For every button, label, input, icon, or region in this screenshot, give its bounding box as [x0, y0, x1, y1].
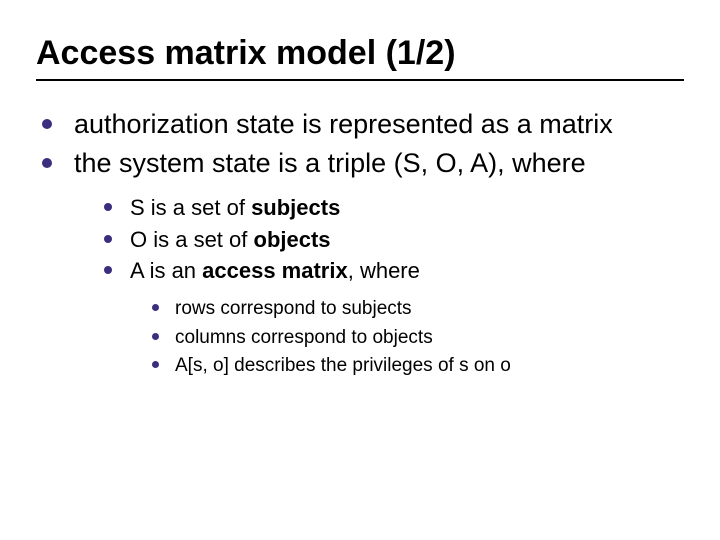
title-underline	[36, 79, 684, 81]
list-item-text: columns correspond to objects	[175, 325, 433, 351]
list-item: authorization state is represented as a …	[36, 107, 684, 142]
list-item: A is an access matrix, where	[102, 257, 684, 286]
list-item: O is a set of objects	[102, 226, 684, 255]
bullet-icon	[42, 119, 52, 129]
bullet-icon	[152, 333, 159, 340]
list-item: the system state is a triple (S, O, A), …	[36, 146, 684, 181]
bullet-icon	[152, 304, 159, 311]
slide-title: Access matrix model (1/2)	[36, 34, 684, 73]
bullet-icon	[104, 203, 112, 211]
list-item: S is a set of subjects	[102, 194, 684, 223]
list-item-text: S is a set of subjects	[130, 194, 340, 223]
list-item: columns correspond to objects	[150, 325, 684, 351]
list-item-text: authorization state is represented as a …	[74, 107, 613, 142]
list-item-text: A[s, o] describes the privileges of s on…	[175, 353, 511, 379]
bullet-icon	[104, 235, 112, 243]
bullet-list-level2: S is a set of subjects O is a set of obj…	[102, 194, 684, 286]
bullet-icon	[42, 158, 52, 168]
list-item: A[s, o] describes the privileges of s on…	[150, 353, 684, 379]
list-item-text: A is an access matrix, where	[130, 257, 420, 286]
list-item-text: O is a set of objects	[130, 226, 331, 255]
list-item: rows correspond to subjects	[150, 296, 684, 322]
bullet-icon	[104, 266, 112, 274]
list-item-text: rows correspond to subjects	[175, 296, 412, 322]
bullet-list-level3: rows correspond to subjects columns corr…	[150, 296, 684, 379]
list-item-text: the system state is a triple (S, O, A), …	[74, 146, 586, 181]
slide: Access matrix model (1/2) authorization …	[0, 0, 720, 540]
bullet-list-level1: authorization state is represented as a …	[36, 107, 684, 180]
bullet-icon	[152, 361, 159, 368]
